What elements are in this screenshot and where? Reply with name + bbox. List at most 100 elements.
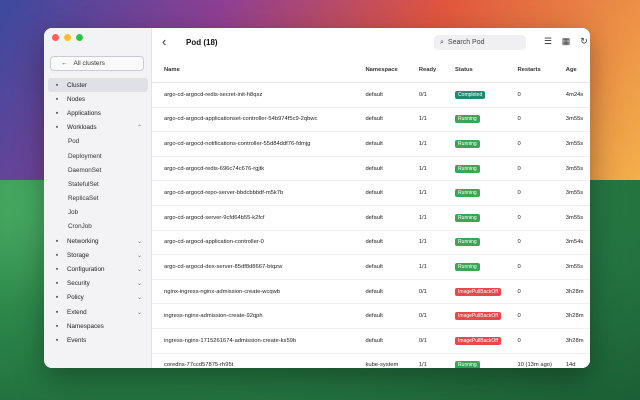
cell-name: argo-cd-argocd-repo-server-bbdcbbbdf-m5k…: [152, 180, 366, 206]
cell-restarts: 0: [517, 254, 566, 280]
table-row[interactable]: nginx-ingress-nginx-admission-create-wcq…: [152, 279, 590, 305]
sidebar-item-security[interactable]: ▪ Security ⌄: [48, 277, 148, 291]
pods-table: Name Namespace Ready Status Restarts Age…: [152, 58, 590, 368]
sidebar-item-nodes[interactable]: ▪ Nodes: [48, 92, 148, 106]
status-badge: Running: [455, 189, 480, 198]
networking-icon: ▪: [55, 237, 59, 245]
status-badge: Running: [455, 262, 480, 271]
sidebar-item-label: ReplicaSet: [68, 195, 99, 203]
cell-age: 3m55s: [565, 156, 590, 182]
chevron-up-icon: ⌃: [136, 125, 142, 132]
zoom-window-button[interactable]: [76, 34, 83, 41]
cell-ready: 0/1: [418, 328, 456, 354]
sidebar-item-pod[interactable]: Pod: [48, 135, 148, 149]
workloads-icon: ▪: [55, 124, 59, 132]
cell-age: 3h28m: [565, 328, 590, 354]
cell-ready: 1/1: [418, 353, 456, 368]
arrow-left-icon: ←: [61, 60, 68, 67]
cell-name: nginx-ingress-nginx-admission-create-wcq…: [152, 279, 366, 305]
column-header-name[interactable]: Name: [152, 58, 366, 83]
sidebar-item-label: Events: [67, 336, 87, 344]
filter-icon[interactable]: ☰: [542, 36, 554, 47]
search-placeholder: Search Pod: [447, 39, 485, 46]
cell-namespace: default: [365, 180, 419, 206]
sidebar-item-extend[interactable]: ▪ Extend ⌄: [48, 305, 148, 319]
sidebar-item-cronjob[interactable]: CronJob: [48, 220, 148, 234]
sidebar-item-namespaces[interactable]: ▪ Namespaces: [48, 319, 148, 333]
cell-ready: 0/1: [418, 303, 456, 329]
status-badge: ImagePullBackOff: [455, 336, 501, 345]
status-badge: Completed: [455, 90, 486, 99]
table-row[interactable]: argo-cd-argocd-applicationset-controller…: [152, 107, 590, 133]
cell-name: argo-cd-argocd-applicationset-controller…: [152, 107, 366, 133]
column-header-namespace[interactable]: Namespace: [365, 58, 419, 83]
cell-status: Running: [455, 205, 518, 231]
back-button[interactable]: ‹: [162, 35, 166, 48]
cell-namespace: default: [365, 254, 419, 280]
table-row[interactable]: argo-cd-argocd-application-controller-0 d…: [152, 230, 590, 256]
table-row[interactable]: coredns-77ccd57875-rh95t kube-system 1/1 Ru…: [152, 353, 590, 368]
status-badge: Running: [455, 164, 480, 173]
column-header-restarts[interactable]: Restarts: [517, 58, 566, 83]
grid-view-icon[interactable]: ▦: [560, 36, 572, 47]
sidebar-item-daemonset[interactable]: DaemonSet: [48, 163, 148, 177]
cell-age: 3m55s: [565, 205, 590, 231]
cell-name: argo-cd-argocd-notifications-controller-…: [152, 131, 366, 157]
sidebar-item-replicaset[interactable]: ReplicaSet: [48, 192, 148, 206]
cell-restarts: 0: [517, 156, 566, 182]
cell-name: argo-cd-argocd-redis-secret-init-h8qsz: [152, 82, 366, 108]
sidebar-item-workloads[interactable]: ▪ Workloads ⌃: [48, 121, 148, 135]
cell-namespace: default: [365, 107, 419, 133]
cell-ready: 1/1: [418, 107, 456, 133]
cell-name: argo-cd-argocd-redis-696c74c676-rgjtk: [152, 156, 366, 182]
sidebar-item-deployment[interactable]: Deployment: [48, 149, 148, 163]
refresh-icon[interactable]: ↻: [578, 36, 590, 47]
status-badge: ImagePullBackOff: [455, 287, 501, 296]
cell-age: 14d: [565, 353, 590, 368]
sidebar-item-configuration[interactable]: ▪ Configuration ⌄: [48, 262, 148, 276]
sidebar-item-events[interactable]: ▪ Events: [48, 333, 148, 347]
status-badge: Running: [455, 238, 480, 247]
storage-icon: ▪: [55, 251, 59, 259]
close-window-button[interactable]: [52, 34, 59, 41]
cell-status: Running: [455, 180, 518, 206]
search-input[interactable]: ⌕ Search Pod: [434, 35, 526, 50]
cell-name: ingress-nginx-admission-create-92qph: [152, 303, 366, 329]
all-clusters-button[interactable]: ← All clusters: [50, 56, 144, 71]
sidebar-item-label: DaemonSet: [68, 166, 102, 174]
table-row[interactable]: ingress-nginx-1715261674-admission-creat…: [152, 328, 590, 354]
sidebar-item-job[interactable]: Job: [48, 206, 148, 220]
configuration-icon: ▪: [55, 266, 59, 274]
column-header-status[interactable]: Status: [455, 58, 518, 83]
sidebar-item-storage[interactable]: ▪ Storage ⌄: [48, 248, 148, 262]
cell-status: Running: [455, 107, 518, 133]
sidebar-item-statefulset[interactable]: StatefulSet: [48, 177, 148, 191]
sidebar-item-applications[interactable]: ▪ Applications: [48, 106, 148, 120]
sidebar-item-label: Cluster: [67, 81, 87, 89]
sidebar-item-policy[interactable]: ▪ Policy ⌄: [48, 291, 148, 305]
sidebar-item-label: StatefulSet: [68, 180, 99, 188]
chevron-down-icon: ⌄: [136, 252, 142, 259]
cell-status: ImagePullBackOff: [455, 303, 518, 329]
table-row[interactable]: argo-cd-argocd-server-9cfd64b55-k2fcf def…: [152, 205, 590, 231]
minimize-window-button[interactable]: [64, 34, 71, 41]
table-row[interactable]: argo-cd-argocd-redis-secret-init-h8qsz de…: [152, 82, 590, 108]
sidebar-item-label: Deployment: [68, 152, 102, 160]
table-row[interactable]: ingress-nginx-admission-create-92qph defa…: [152, 303, 590, 329]
column-header-ready[interactable]: Ready: [418, 58, 456, 83]
cell-status: Running: [455, 353, 518, 368]
table-row[interactable]: argo-cd-argocd-dex-server-85df8d8667-btq…: [152, 254, 590, 280]
main-panel: ‹ Pod (18) ⌕ Search Pod ☰ ▦ ↻ Name Names…: [152, 28, 590, 368]
sidebar-item-cluster[interactable]: ▪ Cluster: [48, 78, 148, 93]
status-badge: ImagePullBackOff: [455, 312, 501, 321]
sidebar-item-networking[interactable]: ▪ Networking ⌄: [48, 234, 148, 248]
table-row[interactable]: argo-cd-argocd-notifications-controller-…: [152, 131, 590, 157]
table-row[interactable]: argo-cd-argocd-redis-696c74c676-rgjtk def…: [152, 156, 590, 182]
sidebar: ← All clusters ▪ Cluster ▪ Nodes ▪ Applicatio…: [44, 28, 152, 368]
cell-age: 3m55s: [565, 107, 590, 133]
cell-restarts: 10 (13m ago): [517, 353, 566, 368]
cell-status: Running: [455, 254, 518, 280]
column-header-age[interactable]: Age: [565, 58, 590, 83]
table-row[interactable]: argo-cd-argocd-repo-server-bbdcbbbdf-m5k…: [152, 180, 590, 206]
cell-age: 3m55s: [565, 254, 590, 280]
